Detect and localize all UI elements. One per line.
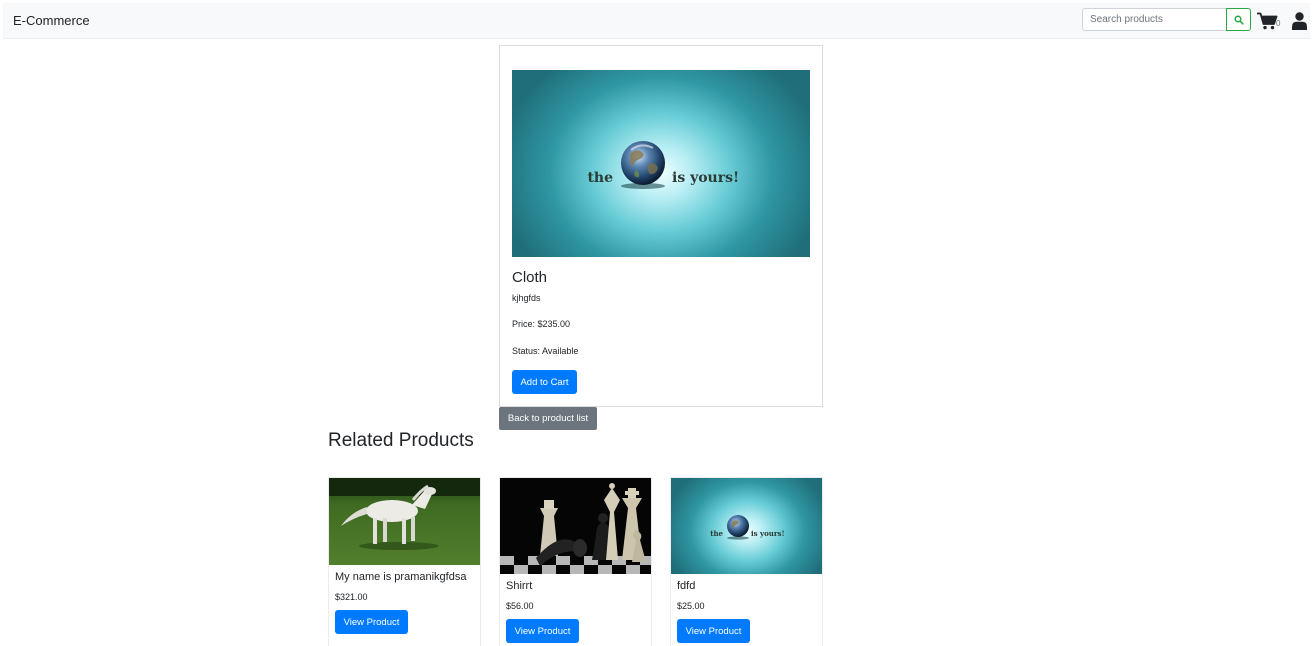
product-title: Cloth bbox=[512, 269, 548, 286]
image-caption-left: the bbox=[587, 170, 613, 186]
search-button[interactable] bbox=[1226, 8, 1251, 31]
navbar: E-Commerce 0 bbox=[3, 3, 1310, 39]
user-icon[interactable] bbox=[1292, 12, 1307, 30]
white-horse-image bbox=[329, 478, 480, 565]
related-product-name: fdfd bbox=[677, 580, 696, 592]
cart-count: 0 bbox=[1276, 19, 1281, 28]
page: E-Commerce 0 bbox=[0, 0, 1313, 646]
product-price: Price: $235.00 bbox=[512, 319, 571, 329]
related-product-card: Shirrt $56.00 View Product bbox=[499, 477, 652, 646]
related-product-price: $56.00 bbox=[506, 601, 534, 611]
related-product-card: the is yours! fdfd $25.00 View Product bbox=[670, 477, 823, 646]
earth-is-yours-image: the is yours! bbox=[710, 515, 785, 540]
view-product-button[interactable]: View Product bbox=[677, 619, 750, 643]
related-product-name: My name is pramanikgfdsa bbox=[335, 571, 467, 583]
earth-is-yours-image: the is yours! bbox=[587, 141, 739, 189]
search-icon bbox=[1233, 14, 1244, 25]
related-product-price: $25.00 bbox=[677, 601, 705, 611]
view-product-button[interactable]: View Product bbox=[335, 610, 408, 634]
product-thumbnail: the is yours! bbox=[671, 478, 822, 574]
product-status: Status: Available bbox=[512, 346, 579, 356]
add-to-cart-button[interactable]: Add to Cart bbox=[512, 370, 577, 394]
product-thumbnail bbox=[500, 478, 651, 574]
product-image: the is yours! bbox=[512, 70, 810, 257]
related-products-heading: Related Products bbox=[328, 430, 474, 451]
chess-pieces-image bbox=[500, 478, 651, 574]
product-detail-card: the is yours! Cloth kjhgfds Price: $235.… bbox=[499, 45, 823, 407]
brand-link[interactable]: E-Commerce bbox=[13, 13, 90, 28]
product-thumbnail bbox=[329, 478, 480, 565]
image-caption-right: is yours! bbox=[672, 170, 739, 186]
related-product-card: My name is pramanikgfdsa $321.00 View Pr… bbox=[328, 477, 481, 646]
image-caption-right: is yours! bbox=[751, 529, 785, 538]
related-product-price: $321.00 bbox=[335, 592, 368, 602]
back-to-list-button[interactable]: Back to product list bbox=[499, 407, 597, 430]
image-caption-left: the bbox=[710, 529, 723, 538]
view-product-button[interactable]: View Product bbox=[506, 619, 579, 643]
search-input[interactable] bbox=[1082, 8, 1227, 31]
product-description: kjhgfds bbox=[512, 293, 541, 303]
related-product-name: Shirrt bbox=[506, 580, 533, 592]
